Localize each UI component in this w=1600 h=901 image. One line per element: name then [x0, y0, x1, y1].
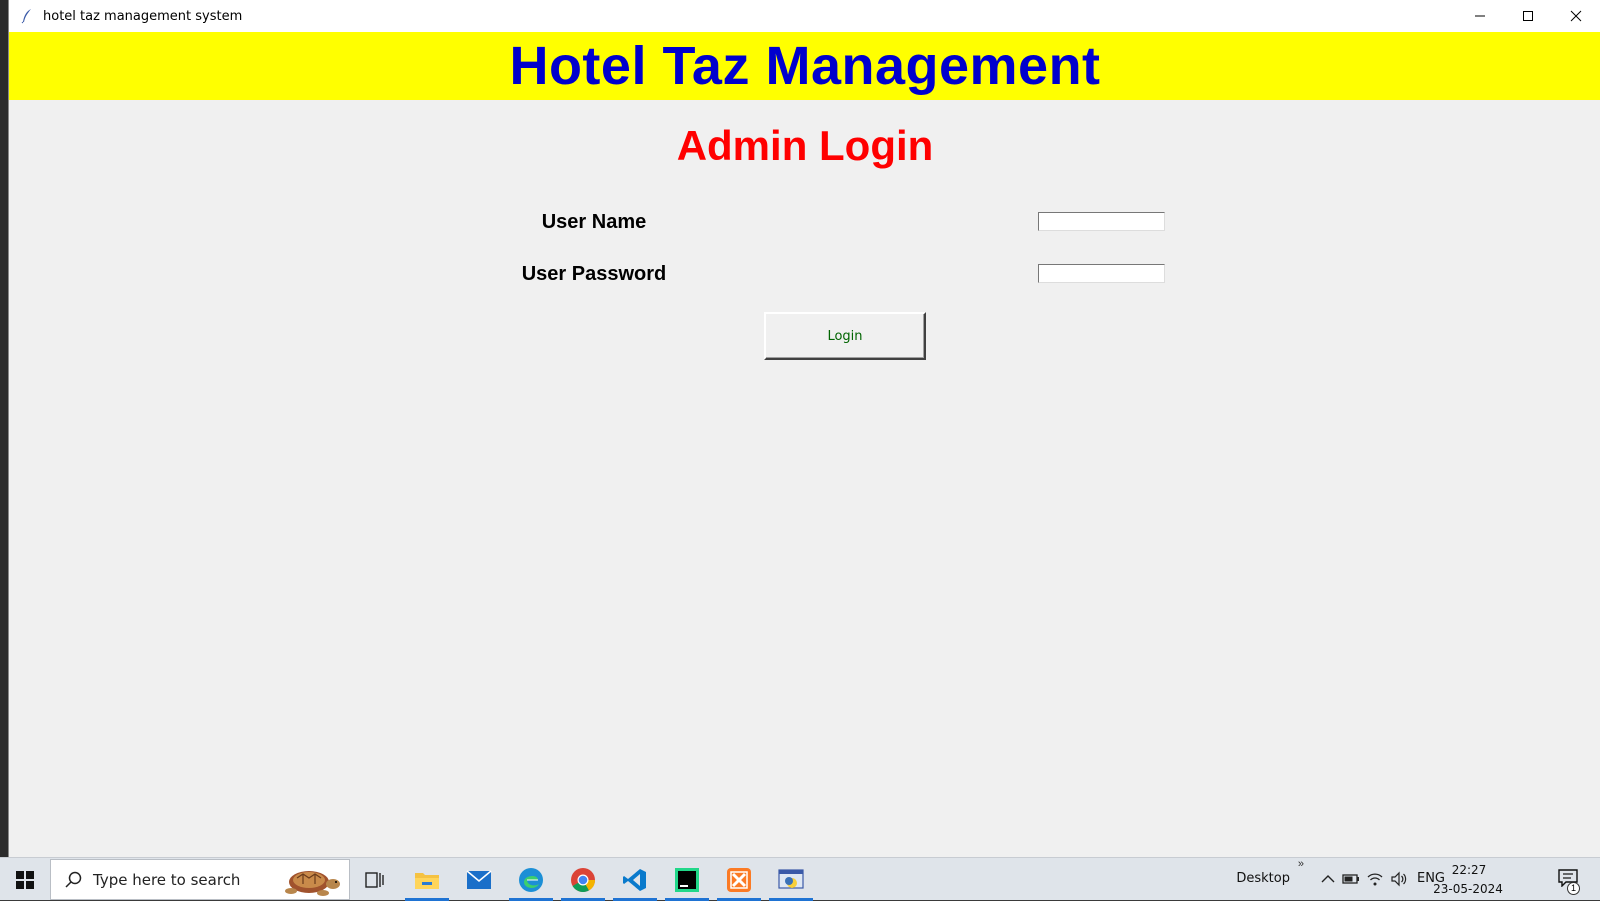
- minimize-button[interactable]: [1456, 0, 1504, 32]
- mail-icon: [466, 869, 492, 889]
- clock-date[interactable]: 23-05-2024: [1428, 882, 1508, 896]
- pycharm-button[interactable]: [663, 858, 711, 901]
- pycharm-icon: [675, 867, 699, 892]
- vscode-button[interactable]: [611, 858, 659, 901]
- file-explorer-button[interactable]: [403, 858, 451, 901]
- close-button[interactable]: [1552, 0, 1600, 32]
- minimize-icon: [1475, 15, 1485, 17]
- maximize-button[interactable]: [1504, 0, 1552, 32]
- login-heading: Admin Login: [676, 122, 934, 169]
- chevron-right-icon[interactable]: »: [1298, 858, 1304, 870]
- chrome-button[interactable]: [559, 858, 607, 901]
- desktop-toolbar-label[interactable]: Desktop: [1236, 871, 1290, 886]
- header-band: Hotel Taz Management: [9, 32, 1600, 100]
- xampp-icon: [727, 867, 751, 892]
- desktop-edge: [0, 0, 8, 857]
- file-explorer-icon: [415, 872, 439, 889]
- wifi-icon[interactable]: [1366, 871, 1384, 887]
- mail-button[interactable]: [455, 858, 503, 901]
- window-title: hotel taz management system: [43, 8, 243, 24]
- python-tk-button[interactable]: [767, 858, 815, 901]
- close-icon: [1570, 10, 1582, 22]
- xampp-button[interactable]: [715, 858, 763, 901]
- app-heading: Hotel Taz Management: [509, 36, 1101, 96]
- notification-count-badge: 1: [1567, 882, 1580, 895]
- search-placeholder: Type here to search: [93, 870, 241, 889]
- chevron-up-icon[interactable]: [1320, 871, 1336, 887]
- title-bar[interactable]: hotel taz management system: [9, 0, 1600, 32]
- volume-icon[interactable]: [1390, 871, 1408, 887]
- app-window: hotel taz management system Hotel Taz Ma…: [8, 0, 1600, 857]
- python-tk-icon: [778, 868, 804, 889]
- edge-icon: [519, 867, 543, 892]
- password-input[interactable]: [1038, 264, 1165, 283]
- task-view-button[interactable]: [351, 858, 399, 901]
- system-tray: Desktop » ENG 22:27 23-05-2024 1: [1200, 858, 1600, 901]
- search-icon: [65, 871, 82, 888]
- edge-button[interactable]: [507, 858, 555, 901]
- taskbar-search[interactable]: Type here to search: [50, 859, 350, 900]
- maximize-icon: [1523, 11, 1533, 21]
- battery-icon[interactable]: [1342, 871, 1360, 887]
- chrome-icon: [571, 867, 595, 892]
- username-label: User Name: [541, 211, 647, 233]
- taskbar: Type here to search Desktop » ENG 22:27 …: [0, 857, 1600, 901]
- windows-icon: [16, 870, 34, 889]
- vscode-icon: [623, 868, 646, 891]
- password-label: User Password: [521, 263, 667, 285]
- username-input[interactable]: [1038, 212, 1165, 231]
- clock-time[interactable]: 22:27: [1434, 863, 1504, 877]
- turtle-icon: [285, 871, 340, 896]
- task-view-icon: [365, 871, 384, 888]
- feather-icon: [21, 9, 31, 24]
- login-button[interactable]: Login: [764, 312, 926, 360]
- start-button[interactable]: [0, 858, 50, 901]
